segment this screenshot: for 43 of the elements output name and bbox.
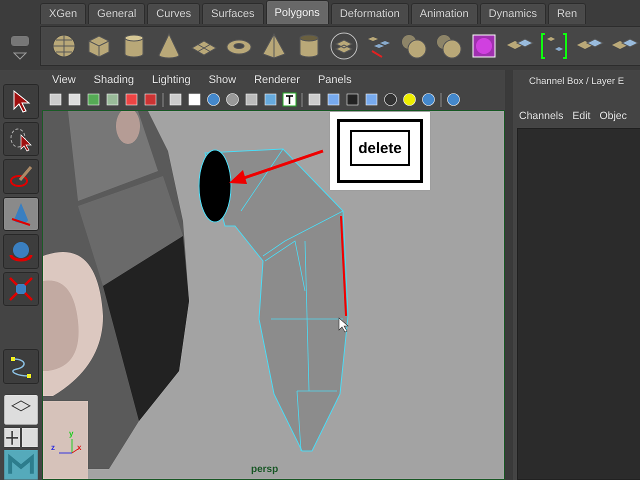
triangle-down-icon[interactable] — [13, 52, 27, 60]
bracket-plane-icon[interactable] — [539, 31, 569, 61]
shelf-tab[interactable]: Curves — [147, 3, 200, 24]
axis-label: z — [51, 443, 55, 452]
tool-button[interactable] — [3, 122, 39, 156]
text-icon[interactable] — [282, 92, 297, 108]
shelf-tab[interactable]: Surfaces — [202, 3, 264, 24]
viewport-menu[interactable]: Renderer — [254, 74, 300, 86]
shelf-tab[interactable]: Polygons — [266, 0, 329, 24]
camera-label: persp — [251, 464, 278, 475]
shelf-tab[interactable]: Animation — [410, 3, 478, 24]
sphere-icon[interactable] — [446, 92, 461, 108]
tool-button[interactable] — [3, 84, 39, 119]
sphere-icon[interactable] — [206, 92, 221, 108]
channel-box-menu[interactable]: Edit — [572, 110, 590, 122]
tool-button[interactable] — [3, 349, 39, 384]
viewport-menu[interactable]: View — [52, 74, 76, 86]
sphere-icon[interactable] — [421, 92, 436, 108]
shelf-menu-button[interactable] — [11, 36, 29, 46]
channel-box-menu[interactable]: Channels — [519, 110, 564, 122]
mouse-cursor-icon — [338, 317, 349, 332]
viewport-menu[interactable]: Lighting — [152, 74, 191, 86]
lasso-icon — [8, 126, 34, 152]
shelf-tab[interactable]: General — [88, 3, 146, 24]
key-label: delete — [350, 130, 410, 166]
circle-icon[interactable] — [225, 92, 240, 108]
channel-box-menu[interactable]: Objec — [599, 110, 627, 122]
viewport-menu[interactable]: Show — [208, 74, 236, 86]
layout-grid-icon[interactable] — [4, 395, 38, 425]
shelf-tab[interactable]: Ren — [548, 3, 586, 24]
shelf-tab[interactable]: XGen — [40, 3, 86, 24]
combine-icon[interactable] — [329, 31, 359, 61]
paint-brush-icon — [8, 163, 34, 190]
viewport-menu[interactable]: Panels — [318, 74, 352, 86]
light-icon[interactable] — [402, 92, 417, 108]
viewport-menu[interactable]: Shading — [94, 74, 134, 86]
shelf-tab[interactable]: Deformation — [330, 3, 409, 24]
axis-gizmo-icon — [58, 438, 78, 454]
panel-title: Channel Box / Layer E — [528, 75, 626, 87]
scale-cube-icon — [8, 276, 34, 302]
layout-split-icon[interactable] — [4, 428, 38, 448]
axis-label: y — [69, 429, 74, 438]
shelf-tab[interactable]: Dynamics — [480, 3, 546, 24]
